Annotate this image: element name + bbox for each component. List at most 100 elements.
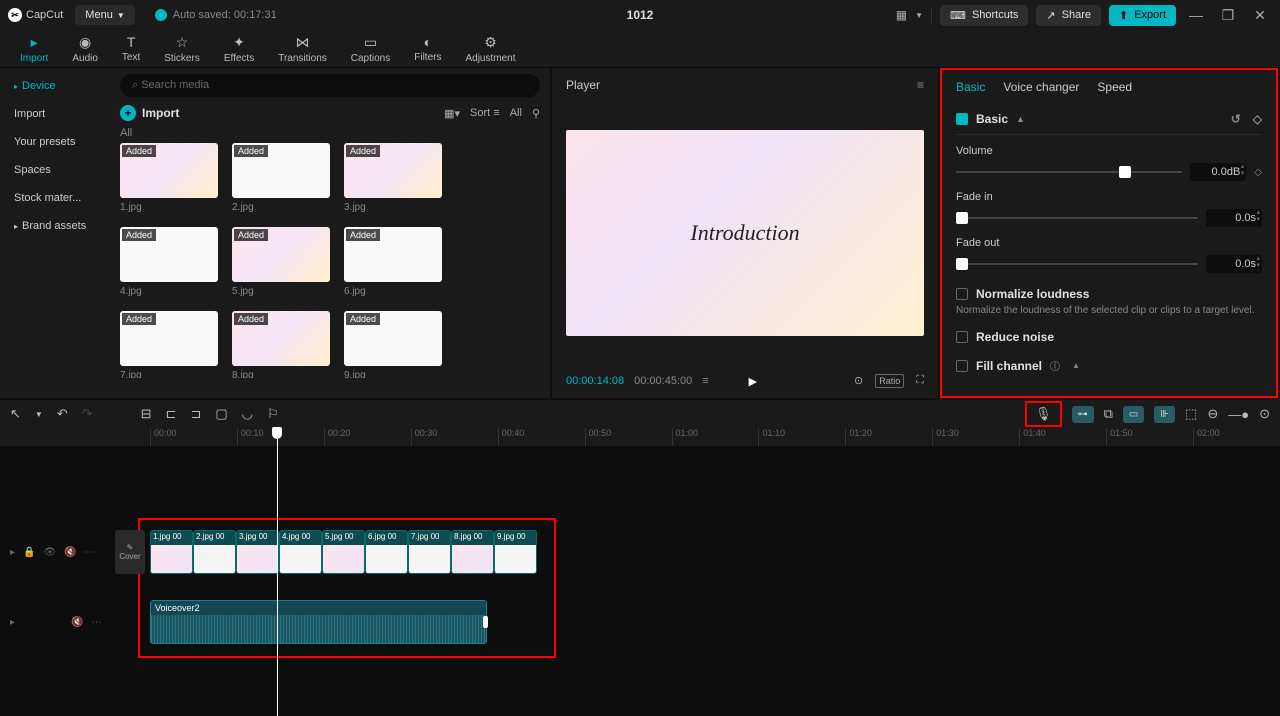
compare-icon[interactable]: ⊙ xyxy=(854,374,863,388)
delete-tool[interactable]: ▢ xyxy=(215,406,227,422)
volume-input[interactable]: 0.0dB▴▾ xyxy=(1190,163,1246,181)
preview-tool[interactable]: ▭ xyxy=(1123,406,1144,423)
mute-icon[interactable]: 🔇 xyxy=(71,617,83,628)
collapse-icon[interactable]: ▸ xyxy=(10,617,15,628)
media-item[interactable]: Added4.jpg xyxy=(120,227,218,297)
shortcuts-button[interactable]: ⌨ Shortcuts xyxy=(940,5,1028,26)
timeline-clip[interactable]: 5.jpg 00 xyxy=(322,530,365,574)
search-input[interactable]: ⌕ Search media xyxy=(120,74,540,97)
sidebar-item-brand[interactable]: ▸Brand assets xyxy=(0,212,110,240)
clip-handle[interactable] xyxy=(483,616,488,628)
more-icon[interactable]: ⋯ xyxy=(91,617,101,628)
reduce-noise-checkbox[interactable] xyxy=(956,331,968,343)
filter-icon[interactable]: ⚲ xyxy=(532,107,540,120)
list-icon[interactable]: ≡ xyxy=(702,375,708,387)
tab-captions[interactable]: ▭Captions xyxy=(339,30,402,67)
sidebar-item-spaces[interactable]: Spaces xyxy=(0,156,110,184)
flag-tool[interactable]: ⚐ xyxy=(267,406,279,422)
chevron-down-icon[interactable]: ▼ xyxy=(915,11,923,20)
timeline-clip[interactable]: 9.jpg 00 xyxy=(494,530,537,574)
tab-transitions[interactable]: ⋈Transitions xyxy=(266,30,339,67)
lock-icon[interactable]: 🔒 xyxy=(23,547,35,558)
collapse-icon[interactable]: ▲ xyxy=(1016,114,1025,124)
collapse-icon[interactable]: ▸ xyxy=(10,547,15,558)
normalize-checkbox[interactable] xyxy=(956,288,968,300)
media-item[interactable]: Added7.jpg xyxy=(120,311,218,378)
media-item[interactable]: Added9.jpg xyxy=(344,311,442,378)
keyframe-icon[interactable]: ◇ xyxy=(1254,167,1262,178)
inspector-tab-basic[interactable]: Basic xyxy=(956,80,985,94)
magnet-tool[interactable]: ⊶ xyxy=(1072,406,1094,423)
layout-icon[interactable]: ▦ xyxy=(896,8,907,22)
timeline-clip[interactable]: 6.jpg 00 xyxy=(365,530,408,574)
playhead[interactable] xyxy=(277,428,278,716)
redo-button[interactable]: ↷ xyxy=(82,406,93,422)
fullscreen-icon[interactable]: ⛶ xyxy=(916,374,924,388)
sidebar-item-stock[interactable]: Stock mater... xyxy=(0,184,110,212)
tab-filters[interactable]: ◐Filters xyxy=(402,30,453,67)
close-button[interactable]: ✕ xyxy=(1248,7,1272,24)
audio-track-head[interactable]: ▸ 🔇 ⋯ xyxy=(0,600,110,644)
more-icon[interactable]: ⋯ xyxy=(85,547,95,558)
eye-icon[interactable]: 👁 xyxy=(43,547,56,558)
tab-stickers[interactable]: ☆Stickers xyxy=(152,30,212,67)
fadeout-slider[interactable] xyxy=(956,263,1198,265)
filter-all-button[interactable]: All xyxy=(510,107,522,119)
fadein-input[interactable]: 0.0s▴▾ xyxy=(1206,209,1262,227)
timeline[interactable]: 00:00 00:10 00:20 00:30 00:40 00:50 01:0… xyxy=(0,428,1280,716)
split-right-tool[interactable]: ⊐ xyxy=(190,406,201,422)
timeline-ruler[interactable]: 00:00 00:10 00:20 00:30 00:40 00:50 01:0… xyxy=(0,428,1280,446)
sidebar-item-import[interactable]: Import xyxy=(0,100,110,128)
sort-button[interactable]: Sort ≡ xyxy=(470,107,500,119)
import-button[interactable]: +Import xyxy=(120,105,179,121)
fadein-slider[interactable] xyxy=(956,217,1198,219)
timeline-clip[interactable]: 2.jpg 00 xyxy=(193,530,236,574)
media-item[interactable]: Added5.jpg xyxy=(232,227,330,297)
record-voiceover-button[interactable]: 🎙 xyxy=(1025,401,1062,427)
maximize-button[interactable]: ❐ xyxy=(1216,7,1240,24)
collapse-icon[interactable]: ▲ xyxy=(1072,361,1080,370)
tab-effects[interactable]: ✦Effects xyxy=(212,30,266,67)
tab-audio[interactable]: ◉Audio xyxy=(60,30,110,67)
menu-button[interactable]: Menu▼ xyxy=(75,5,134,25)
chevron-down-icon[interactable]: ▼ xyxy=(35,410,43,419)
tab-adjustment[interactable]: ⚙Adjustment xyxy=(453,30,527,67)
tab-text[interactable]: TText xyxy=(110,30,152,67)
video-track-head[interactable]: ▸ 🔒 👁 🔇 ⋯ xyxy=(0,530,110,574)
link-tool[interactable]: ⧉ xyxy=(1104,406,1113,422)
zoom-fit-button[interactable]: ⊙ xyxy=(1259,406,1270,422)
media-item[interactable]: Added6.jpg xyxy=(344,227,442,297)
share-button[interactable]: ↗ Share xyxy=(1036,5,1101,26)
fill-channel-checkbox[interactable] xyxy=(956,360,968,372)
media-item[interactable]: Added3.jpg xyxy=(344,143,442,213)
volume-slider[interactable] xyxy=(956,171,1182,173)
sidebar-item-presets[interactable]: Your presets xyxy=(0,128,110,156)
timeline-clip[interactable]: 1.jpg 00 xyxy=(150,530,193,574)
marker-tool[interactable]: ◡ xyxy=(242,406,253,422)
media-item[interactable]: Added8.jpg xyxy=(232,311,330,378)
inspector-tab-voice[interactable]: Voice changer xyxy=(1003,80,1079,94)
pointer-tool[interactable]: ↖ xyxy=(10,406,21,422)
undo-button[interactable]: ↶ xyxy=(57,406,68,422)
minimize-button[interactable]: — xyxy=(1184,7,1208,23)
play-button[interactable]: ▶ xyxy=(749,375,757,388)
sidebar-item-device[interactable]: ▸Device xyxy=(0,72,110,100)
video-track[interactable]: 1.jpg 00 2.jpg 00 3.jpg 00 4.jpg 00 5.jp… xyxy=(150,530,537,574)
export-button[interactable]: ⬆ Export xyxy=(1109,5,1176,26)
timeline-clip[interactable]: 8.jpg 00 xyxy=(451,530,494,574)
crop-tool[interactable]: ⬚ xyxy=(1185,406,1197,422)
inspector-tab-speed[interactable]: Speed xyxy=(1097,80,1132,94)
zoom-out-button[interactable]: ⊖ xyxy=(1207,406,1218,422)
split-left-tool[interactable]: ⊏ xyxy=(166,406,177,422)
fadeout-input[interactable]: 0.0s▴▾ xyxy=(1206,255,1262,273)
audio-clip[interactable]: Voiceover2 xyxy=(150,600,487,644)
timeline-clip[interactable]: 7.jpg 00 xyxy=(408,530,451,574)
basic-checkbox[interactable] xyxy=(956,113,968,125)
player-menu-icon[interactable]: ≡ xyxy=(917,78,924,92)
timeline-clip[interactable]: 3.jpg 00 xyxy=(236,530,279,574)
reset-icon[interactable]: ↺ xyxy=(1231,112,1241,126)
keyframe-icon[interactable]: ◇ xyxy=(1253,112,1262,126)
project-title[interactable]: 1012 xyxy=(627,8,654,22)
cover-button[interactable]: ✎ Cover xyxy=(115,530,145,574)
timeline-clip[interactable]: 4.jpg 00 xyxy=(279,530,322,574)
